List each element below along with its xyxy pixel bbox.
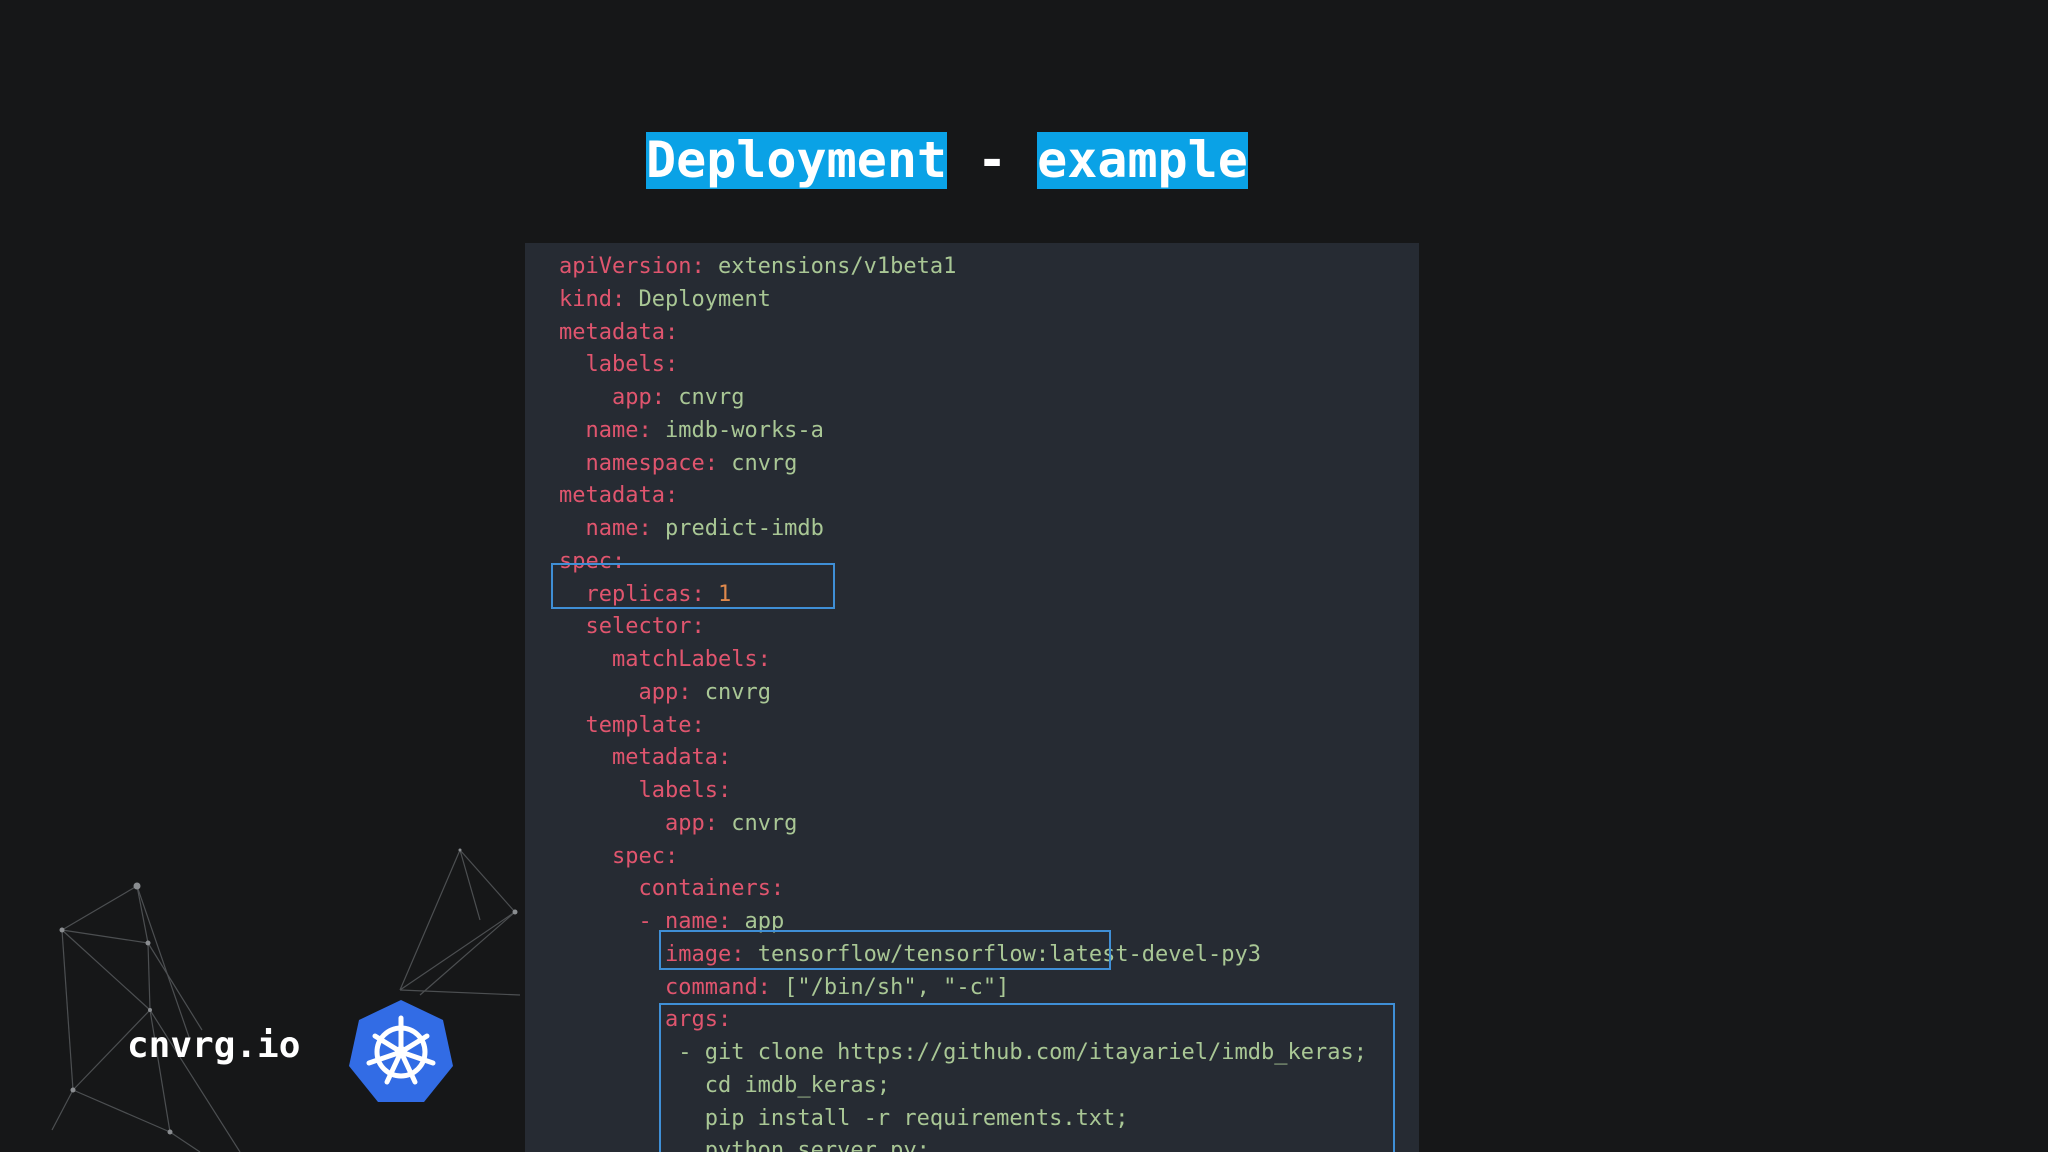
code-key: labels: <box>585 352 679 378</box>
code-line: labels: <box>559 775 1367 808</box>
code-key: app: <box>611 385 665 410</box>
code-line: app: cnvrg <box>559 677 1367 710</box>
title-dash: - <box>977 131 1008 189</box>
code-key: kind: <box>559 286 626 312</box>
code-line: name: predict-imdb <box>559 513 1367 546</box>
code-line: app: cnvrg <box>559 808 1367 841</box>
code-key: matchLabels: <box>611 647 771 672</box>
code-value: Deployment <box>625 286 771 312</box>
code-key: metadata: <box>611 745 732 771</box>
code-line: spec: <box>559 841 1367 874</box>
code-value: imdb-works-a <box>651 417 824 443</box>
title-word-deployment: Deployment <box>646 131 948 189</box>
code-line: labels: <box>559 349 1367 382</box>
code-key: command: <box>664 974 771 1000</box>
code-value: cnvrg <box>664 385 745 410</box>
code-line: apiVersion: extensions/v1beta1 <box>559 251 1367 284</box>
code-value: cnvrg <box>717 810 798 836</box>
highlight-image <box>659 930 1111 970</box>
code-key: labels: <box>638 778 732 803</box>
code-value: predict-imdb <box>651 516 824 541</box>
code-panel: apiVersion: extensions/v1beta1 kind: Depl… <box>525 243 1419 1152</box>
code-key: containers: <box>638 876 785 902</box>
code-key: template: <box>585 712 705 738</box>
code-line: containers: <box>559 873 1367 906</box>
code-value: extensions/v1beta1 <box>704 254 957 279</box>
code-line: matchLabels: <box>559 644 1367 677</box>
network-graphic <box>51 848 521 1152</box>
code-line: metadata: <box>559 317 1367 350</box>
code-key: name: <box>585 516 652 541</box>
code-line: metadata: <box>559 742 1367 775</box>
code-key: metadata: <box>559 483 679 509</box>
brand-name: cnvrg.io <box>127 1025 301 1066</box>
code-line: metadata: <box>559 480 1367 513</box>
slide-title: Deployment - example <box>646 132 1248 189</box>
code-value: cnvrg <box>691 679 771 705</box>
code-line: name: imdb-works-a <box>559 415 1367 448</box>
code-key: metadata: <box>559 319 679 345</box>
title-word-example: example <box>1037 131 1248 189</box>
code-key: app: <box>638 679 692 705</box>
kubernetes-helm-wheel-icon <box>349 1000 453 1102</box>
slide: Deployment - example apiVersion: extension… <box>0 0 2048 1152</box>
highlight-args <box>659 1003 1395 1152</box>
code-key: namespace: <box>585 450 718 476</box>
code-value: cnvrg <box>717 450 798 476</box>
code-line: namespace: cnvrg <box>559 448 1367 481</box>
code-line: app: cnvrg <box>559 382 1367 415</box>
code-key: selector: <box>585 614 705 640</box>
code-line: template: <box>559 710 1367 743</box>
code-line: command: ["/bin/sh", "-c"] <box>559 972 1367 1005</box>
highlight-replicas <box>551 563 835 609</box>
code-key: spec: <box>611 843 679 869</box>
code-line: kind: Deployment <box>559 284 1367 317</box>
code-key: apiVersion: <box>559 254 705 279</box>
code-value: ["/bin/sh", "-c"] <box>770 974 1010 1000</box>
code-key: app: <box>664 810 718 836</box>
code-line: selector: <box>559 611 1367 644</box>
code-key: name: <box>585 417 652 443</box>
